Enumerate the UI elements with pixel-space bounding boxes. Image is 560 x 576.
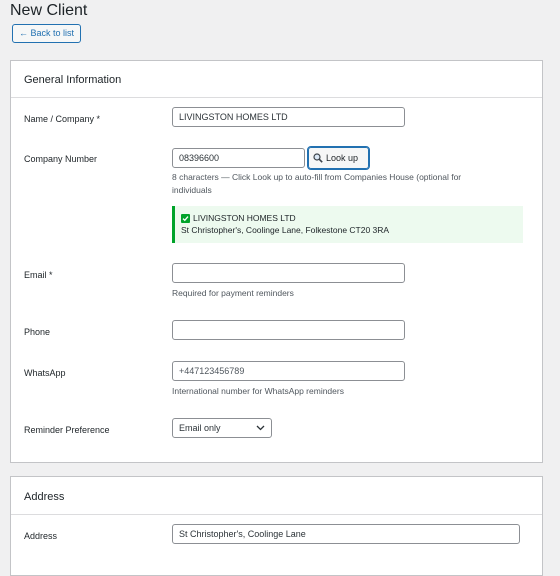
divider [11,514,542,515]
search-icon [313,153,323,163]
company-number-help: 8 characters — Click Look up to auto-fil… [172,171,461,197]
reminder-preference-select[interactable]: Email only [172,418,272,438]
name-company-input[interactable]: LIVINGSTON HOMES LTD [172,107,405,127]
company-number-input[interactable]: 08396600 [172,148,305,168]
address-title: Address [24,491,65,503]
back-to-list-button[interactable]: ← Back to list [12,24,82,43]
whatsapp-help: International number for WhatsApp remind… [172,386,344,396]
general-information-card: General Information Name / Company * LIV… [10,60,543,463]
address-label: Address [24,531,58,541]
check-icon [181,213,190,223]
divider [11,97,542,98]
address-card: Address Address St Christopher's, Coolin… [10,476,543,576]
email-help: Required for payment reminders [172,288,294,298]
reminder-preference-label: Reminder Preference [24,425,110,435]
name-company-label: Name / Company * [24,114,101,124]
phone-input[interactable] [172,320,405,340]
company-number-help-line2: individuals [172,185,212,195]
whatsapp-label: WhatsApp [24,368,66,378]
company-number-label: Company Number [24,154,98,164]
chevron-down-icon [256,425,265,431]
general-information-title: General Information [24,74,122,86]
lookup-button[interactable]: Look up [307,146,370,170]
reminder-preference-value: Email only [179,423,221,433]
email-label: Email * [24,270,53,280]
lookup-result-name: LIVINGSTON HOMES LTD [193,213,296,223]
lookup-button-label: Look up [326,153,359,163]
lookup-result-notice: LIVINGSTON HOMES LTD St Christopher's, C… [172,206,523,243]
whatsapp-input[interactable]: +447123456789 [172,361,405,381]
address-input[interactable]: St Christopher's, Coolinge Lane [172,524,520,544]
company-number-help-line1: 8 characters — Click Look up to auto-fil… [172,172,462,182]
page-title: New Client [10,2,88,19]
email-input[interactable] [172,263,405,283]
lookup-result-address: St Christopher's, Coolinge Lane, Folkest… [181,225,390,235]
phone-label: Phone [24,327,51,337]
